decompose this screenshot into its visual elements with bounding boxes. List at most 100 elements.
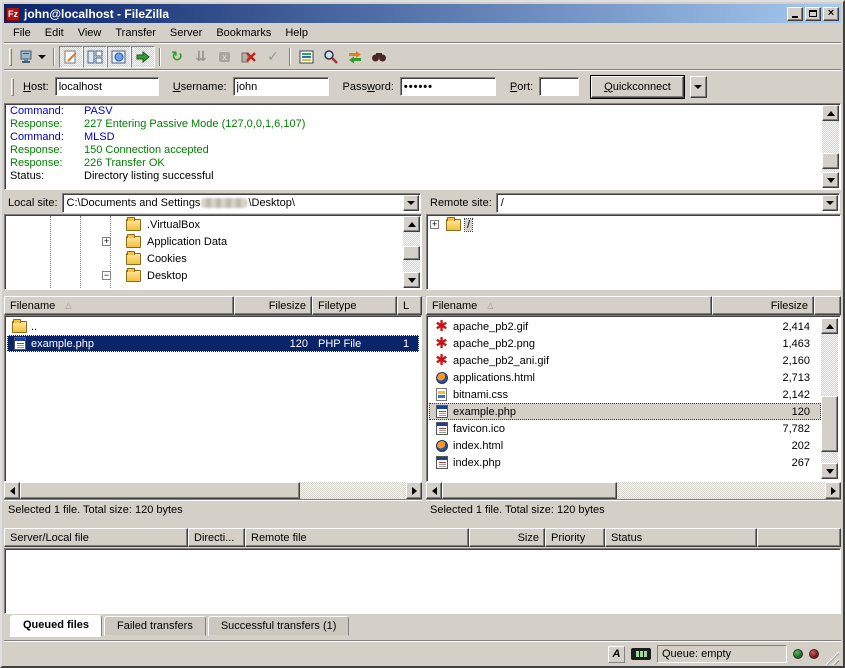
- tab-successful-transfers[interactable]: Successful transfers (1): [208, 616, 350, 636]
- remote-site-dropdown-button[interactable]: [822, 195, 838, 211]
- column-direction[interactable]: Directi...: [188, 528, 245, 547]
- tree-item-desktop[interactable]: − Desktop: [6, 267, 403, 284]
- remote-directory-tree[interactable]: + /: [428, 216, 822, 288]
- menu-view[interactable]: View: [71, 25, 109, 41]
- local-directory-tree[interactable]: .VirtualBox + Application Data Cookies −…: [6, 216, 403, 288]
- local-list-hscrollbar[interactable]: [4, 482, 422, 499]
- scrollbar-thumb[interactable]: [20, 482, 300, 499]
- directory-filters-button[interactable]: [295, 46, 319, 68]
- tree-item-application-data[interactable]: + Application Data: [6, 233, 403, 250]
- remote-list-scrollbar[interactable]: [821, 318, 838, 479]
- menu-server[interactable]: Server: [163, 25, 209, 41]
- quickconnect-grip[interactable]: [11, 78, 14, 96]
- tab-queued-files[interactable]: Queued files: [10, 615, 102, 637]
- local-site-dropdown-button[interactable]: [403, 195, 419, 211]
- refresh-button[interactable]: ↻: [165, 46, 189, 68]
- minimize-button[interactable]: [787, 7, 803, 21]
- synchronized-browsing-button[interactable]: [343, 46, 367, 68]
- toggle-remote-tree-button[interactable]: [107, 46, 131, 68]
- quickconnect-dropdown-button[interactable]: [690, 76, 707, 98]
- port-input[interactable]: [539, 77, 579, 96]
- scrollbar-thumb[interactable]: [821, 396, 838, 452]
- scroll-up-button[interactable]: [403, 216, 420, 232]
- column-filesize[interactable]: Filesize: [234, 296, 312, 315]
- title-bar[interactable]: Fz john@localhost - FileZilla ×: [4, 4, 841, 23]
- tree-item-virtualbox[interactable]: .VirtualBox: [6, 216, 403, 233]
- column-filetype[interactable]: Filetype: [312, 296, 397, 315]
- toggle-transfer-queue-button[interactable]: [131, 46, 155, 68]
- scroll-left-button[interactable]: [4, 482, 20, 499]
- scrollbar-thumb[interactable]: [442, 482, 617, 499]
- scrollbar-thumb[interactable]: [822, 153, 839, 169]
- scrollbar-thumb[interactable]: [403, 246, 420, 260]
- column-remote-file[interactable]: Remote file: [245, 528, 469, 547]
- transfer-queue-list[interactable]: [4, 548, 841, 614]
- column-filesize[interactable]: Filesize: [712, 296, 814, 315]
- find-files-button[interactable]: [367, 46, 391, 68]
- menu-help[interactable]: Help: [278, 25, 315, 41]
- file-row[interactable]: index.html 202: [429, 437, 821, 454]
- local-tree-scrollbar[interactable]: [403, 216, 420, 288]
- password-input[interactable]: [400, 77, 496, 96]
- site-manager-dropdown-icon[interactable]: [38, 55, 46, 59]
- site-manager-button[interactable]: [15, 46, 49, 68]
- toggle-message-log-button[interactable]: [59, 46, 83, 68]
- column-size[interactable]: Size: [469, 528, 545, 547]
- disconnect-button[interactable]: [237, 46, 261, 68]
- scroll-up-button[interactable]: [821, 318, 838, 334]
- reconnect-button[interactable]: ✓: [261, 46, 285, 68]
- file-row[interactable]: ✱apache_pb2.png 1,463: [429, 335, 821, 352]
- menu-transfer[interactable]: Transfer: [108, 25, 163, 41]
- file-row-parent-dir[interactable]: ..: [7, 318, 419, 335]
- file-row[interactable]: bitnami.css 2,142: [429, 386, 821, 403]
- speed-limit-icon[interactable]: [631, 648, 651, 660]
- local-site-combobox[interactable]: C:\Documents and Settings\Desktop\: [62, 193, 421, 213]
- file-row[interactable]: applications.html 2,713: [429, 369, 821, 386]
- column-last-modified[interactable]: L: [397, 296, 422, 315]
- scroll-right-button[interactable]: [406, 482, 422, 499]
- scroll-down-button[interactable]: [403, 272, 420, 288]
- collapse-minus-icon[interactable]: −: [102, 271, 111, 280]
- remote-site-combobox[interactable]: /: [496, 193, 840, 213]
- file-row[interactable]: ✱apache_pb2_ani.gif 2,160: [429, 352, 821, 369]
- close-button[interactable]: ×: [823, 7, 839, 21]
- file-row[interactable]: ✱apache_pb2.gif 2,414: [429, 318, 821, 335]
- expand-plus-icon[interactable]: +: [430, 220, 439, 229]
- cancel-operation-button[interactable]: x: [213, 46, 237, 68]
- tree-item-root[interactable]: + /: [428, 216, 822, 233]
- app-icon[interactable]: Fz: [6, 7, 20, 21]
- column-filename[interactable]: Filename△: [4, 296, 234, 315]
- file-row-example-php[interactable]: example.php 120 PHP File 1: [7, 335, 419, 352]
- file-row[interactable]: favicon.ico 7,782: [429, 420, 821, 437]
- column-server-local-file[interactable]: Server/Local file: [4, 528, 188, 547]
- toggle-local-tree-button[interactable]: [83, 46, 107, 68]
- resize-grip[interactable]: [825, 651, 839, 665]
- scroll-left-button[interactable]: [426, 482, 442, 499]
- host-input[interactable]: [55, 77, 159, 96]
- data-type-ascii-icon[interactable]: A: [608, 646, 625, 663]
- local-file-list[interactable]: .. example.php 120 PHP File 1: [4, 315, 422, 482]
- directory-comparison-button[interactable]: [319, 46, 343, 68]
- scroll-down-button[interactable]: [821, 463, 838, 479]
- file-row[interactable]: index.php 267: [429, 454, 821, 471]
- column-filename[interactable]: Filename△: [426, 296, 712, 315]
- scroll-down-button[interactable]: [822, 172, 839, 188]
- column-priority[interactable]: Priority: [545, 528, 605, 547]
- tab-failed-transfers[interactable]: Failed transfers: [104, 616, 206, 636]
- menu-edit[interactable]: Edit: [38, 25, 71, 41]
- file-row-selected[interactable]: example.php 120: [429, 403, 821, 420]
- toolbar-grip[interactable]: [9, 48, 12, 66]
- remote-list-hscrollbar[interactable]: [426, 482, 841, 499]
- menu-bookmarks[interactable]: Bookmarks: [209, 25, 278, 41]
- quickconnect-button[interactable]: Quickconnect: [591, 76, 684, 98]
- expand-plus-icon[interactable]: +: [102, 237, 111, 246]
- scroll-up-button[interactable]: [822, 105, 839, 121]
- username-input[interactable]: [233, 77, 329, 96]
- remote-file-list[interactable]: ✱apache_pb2.gif 2,414 ✱apache_pb2.png 1,…: [426, 315, 841, 482]
- menu-file[interactable]: File: [6, 25, 38, 41]
- message-log[interactable]: Command:PASV Response:227 Entering Passi…: [6, 105, 822, 188]
- tree-item-cookies[interactable]: Cookies: [6, 250, 403, 267]
- column-status[interactable]: Status: [605, 528, 757, 547]
- log-scrollbar[interactable]: [822, 105, 839, 188]
- maximize-button[interactable]: [805, 7, 821, 21]
